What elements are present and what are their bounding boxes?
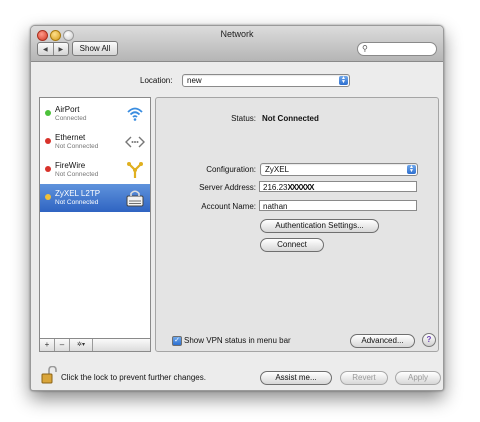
- back-button[interactable]: ◀: [38, 43, 53, 55]
- show-vpn-label: Show VPN status in menu bar: [184, 336, 291, 345]
- service-item-firewire[interactable]: FireWire Not Connected: [40, 156, 150, 184]
- server-address-value: 216.23: [263, 183, 288, 192]
- location-value: new: [187, 76, 202, 85]
- action-gear-button[interactable]: ✲▾: [70, 339, 93, 351]
- service-detail-pane: Status: Not Connected Configuration: ZyX…: [155, 97, 439, 352]
- service-name: ZyXEL L2TP: [55, 189, 101, 198]
- vpn-lock-icon: [125, 188, 145, 208]
- server-address-label: Server Address:: [199, 183, 256, 192]
- network-preferences-window: Network ◀ ▶ Show All ⚲ Location: new ▲ ▼ …: [30, 25, 444, 391]
- service-name: AirPort: [55, 105, 80, 114]
- location-popup[interactable]: new ▲ ▼: [182, 74, 350, 87]
- service-status: Connected: [55, 115, 87, 122]
- configuration-popup[interactable]: ZyXEL ▲ ▼: [260, 163, 418, 176]
- redacted-text: XXXXXX: [287, 183, 314, 192]
- service-list-toolbar: + – ✲▾: [39, 338, 151, 352]
- back-forward-control: ◀ ▶: [37, 42, 69, 56]
- revert-button[interactable]: Revert: [340, 371, 388, 385]
- forward-button[interactable]: ▶: [52, 43, 69, 55]
- service-item-zyxel-l2tp[interactable]: ZyXEL L2TP Not Connected: [40, 184, 150, 212]
- connect-button[interactable]: Connect: [260, 238, 324, 252]
- advanced-button[interactable]: Advanced...: [350, 334, 415, 348]
- search-icon: ⚲: [362, 44, 368, 53]
- service-list: AirPort Connected Ethernet Not Connected…: [39, 97, 151, 339]
- service-name: Ethernet: [55, 133, 86, 142]
- service-status: Not Connected: [55, 199, 99, 206]
- remove-service-button[interactable]: –: [55, 339, 70, 351]
- assist-me-button[interactable]: Assist me...: [260, 371, 332, 385]
- service-item-ethernet[interactable]: Ethernet Not Connected: [40, 128, 150, 156]
- account-name-label: Account Name:: [201, 202, 256, 211]
- popup-arrows-icon: ▲ ▼: [339, 76, 348, 85]
- location-label: Location:: [140, 76, 173, 85]
- server-address-field[interactable]: 216.23XXXXXX: [259, 181, 417, 192]
- service-status: Not Connected: [55, 143, 99, 150]
- window-title: Network: [220, 29, 254, 39]
- status-value: Not Connected: [262, 114, 319, 123]
- account-name-field[interactable]: nathan: [259, 200, 417, 211]
- status-label: Status:: [231, 114, 256, 123]
- help-button[interactable]: ?: [422, 333, 436, 347]
- title-bar: Network ◀ ▶ Show All ⚲: [31, 26, 443, 62]
- ethernet-icon: [125, 132, 145, 152]
- firewire-icon: [125, 160, 145, 180]
- wifi-icon: [125, 104, 145, 124]
- configuration-value: ZyXEL: [265, 165, 290, 174]
- service-item-airport[interactable]: AirPort Connected: [40, 100, 150, 128]
- status-dot: [45, 194, 51, 200]
- apply-button[interactable]: Apply: [395, 371, 441, 385]
- status-dot: [45, 166, 51, 172]
- lock-text: Click the lock to prevent further change…: [61, 373, 206, 382]
- lock-icon[interactable]: [41, 365, 57, 384]
- status-dot: [45, 110, 51, 116]
- show-vpn-checkbox[interactable]: ✓: [172, 336, 182, 346]
- show-all-button[interactable]: Show All: [72, 41, 118, 56]
- authentication-settings-button[interactable]: Authentication Settings...: [260, 219, 379, 233]
- configuration-label: Configuration:: [206, 165, 256, 174]
- popup-arrows-icon: ▲ ▼: [407, 165, 416, 174]
- add-service-button[interactable]: +: [40, 339, 55, 351]
- service-name: FireWire: [55, 161, 86, 170]
- status-dot: [45, 138, 51, 144]
- search-field[interactable]: ⚲: [357, 42, 437, 56]
- service-status: Not Connected: [55, 171, 99, 178]
